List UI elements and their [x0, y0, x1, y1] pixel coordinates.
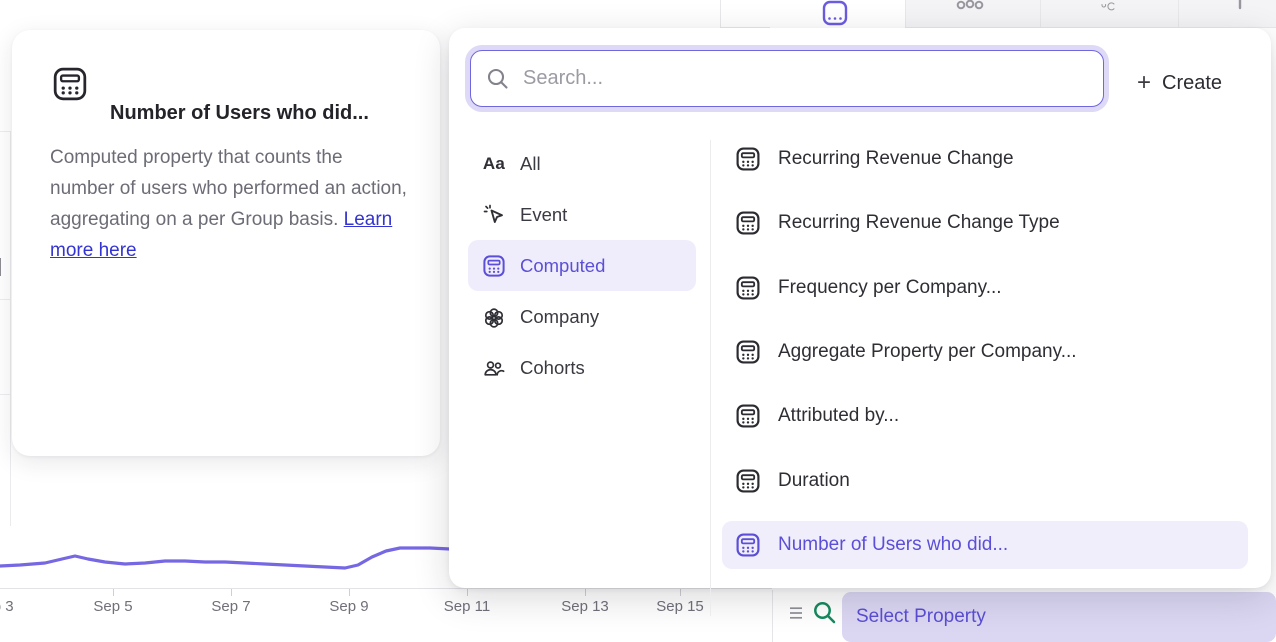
property-picker-panel: + Create Aa All Event — [449, 28, 1271, 588]
property-row[interactable]: Aggregate Property per Company... — [722, 328, 1248, 376]
calculator-icon — [735, 468, 761, 494]
calculator-icon — [52, 66, 88, 102]
background-text-fragment: ] — [0, 256, 2, 278]
category-filter-list: Aa All Event — [468, 138, 696, 393]
app-screen: ] Sep 3 Sep 5 Sep 7 — [0, 0, 1276, 642]
x-axis-label: Sep 9 — [329, 598, 368, 615]
axis-tick — [467, 589, 468, 596]
category-all[interactable]: Aa All — [468, 138, 696, 189]
bar-chart-tab-icon[interactable] — [956, 0, 984, 12]
category-computed[interactable]: Computed — [468, 240, 696, 291]
axis-tick — [585, 589, 586, 596]
retention-tab-icon[interactable] — [1093, 0, 1123, 12]
x-axis-label: Sep 11 — [444, 598, 490, 615]
property-row[interactable]: Recurring Revenue Change Type — [722, 199, 1248, 247]
x-axis-label: Sep 5 — [93, 598, 132, 615]
divider — [0, 131, 10, 132]
calculator-icon — [735, 339, 761, 365]
divider — [720, 0, 721, 27]
divider — [1040, 0, 1041, 27]
learn-more-link[interactable]: Learn — [344, 209, 393, 230]
learn-more-link[interactable]: more here — [50, 240, 137, 261]
x-axis-line — [0, 588, 772, 589]
category-event[interactable]: Event — [468, 189, 696, 240]
info-card-description: Computed property that counts the number… — [50, 142, 430, 266]
divider — [10, 131, 11, 526]
x-axis-label: Sep 15 — [656, 598, 704, 615]
property-row[interactable]: Duration — [722, 457, 1248, 505]
x-axis-label: Sep 13 — [561, 598, 609, 615]
axis-tick — [349, 589, 350, 596]
divider — [0, 299, 10, 300]
calculator-icon — [735, 403, 761, 429]
search-icon — [486, 67, 510, 91]
report-tab-icon[interactable] — [822, 0, 848, 14]
view-tab-bar — [720, 0, 1276, 28]
cohorts-people-icon — [482, 356, 506, 380]
property-row-selected[interactable]: Number of Users who did... — [722, 521, 1248, 569]
drag-handle-icon[interactable] — [789, 607, 805, 619]
category-company[interactable]: Company — [468, 291, 696, 342]
calculator-icon — [482, 254, 506, 278]
flag-tab-icon[interactable] — [1236, 0, 1244, 10]
text-aa-icon: Aa — [482, 152, 506, 176]
calculator-icon — [735, 532, 761, 558]
divider — [772, 590, 773, 642]
property-results-list: Recurring Revenue Change Recurring Reven… — [722, 28, 1248, 588]
category-cohorts[interactable]: Cohorts — [468, 342, 696, 393]
property-search-icon[interactable] — [812, 600, 837, 625]
company-flower-icon — [482, 305, 506, 329]
property-row[interactable]: Attributed by... — [722, 392, 1248, 440]
calculator-icon — [735, 146, 761, 172]
select-property-field[interactable]: Select Property — [842, 592, 1276, 642]
info-card-title: Number of Users who did... — [110, 102, 369, 125]
axis-tick — [113, 589, 114, 596]
axis-tick — [231, 589, 232, 596]
property-row[interactable]: Recurring Revenue Change — [722, 135, 1248, 183]
chart-series-line — [0, 548, 450, 568]
calculator-icon — [735, 210, 761, 236]
divider — [710, 140, 711, 616]
property-info-card: Number of Users who did... Computed prop… — [12, 30, 440, 456]
divider — [0, 394, 10, 395]
x-axis-label: Sep 7 — [211, 598, 250, 615]
event-cursor-icon — [482, 203, 506, 227]
divider — [1178, 0, 1179, 27]
calculator-icon — [735, 275, 761, 301]
x-axis-label: Sep 3 — [0, 598, 14, 615]
axis-tick — [680, 589, 681, 596]
property-row[interactable]: Frequency per Company... — [722, 264, 1248, 312]
select-property-label: Select Property — [856, 592, 986, 642]
